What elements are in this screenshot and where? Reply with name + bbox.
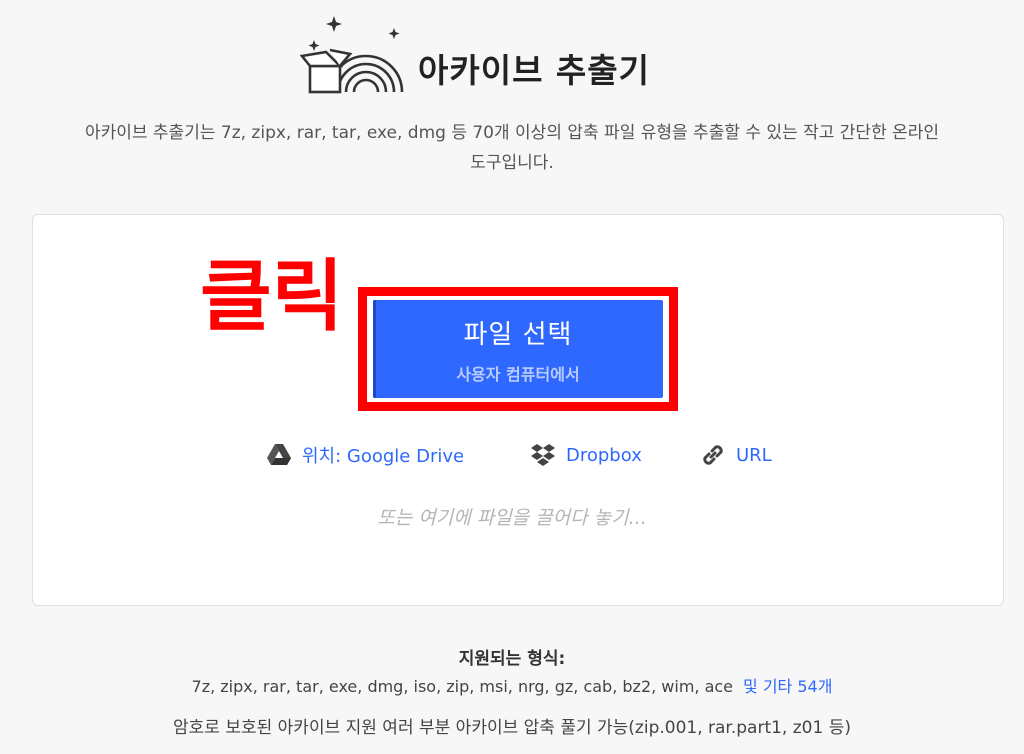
page-description: 아카이브 추출기는 7z, zipx, rar, tar, exe, dmg 등… <box>84 123 940 173</box>
rainbow-box-logo-icon <box>300 16 404 94</box>
url-label: URL <box>736 444 772 466</box>
dropbox-option[interactable]: Dropbox <box>530 442 642 468</box>
source-options: 위치: Google Drive Dropbox URL <box>0 442 1024 472</box>
formats-list-text: 7z, zipx, rar, tar, exe, dmg, iso, zip, … <box>191 677 734 696</box>
link-icon <box>700 442 726 468</box>
drop-zone-hint: 또는 여기에 파일을 끌어다 놓기... <box>377 507 647 529</box>
google-drive-label: 위치: Google Drive <box>302 446 465 467</box>
google-drive-icon <box>266 442 292 468</box>
supported-formats-list: 7z, zipx, rar, tar, exe, dmg, iso, zip, … <box>0 673 1024 697</box>
more-formats-link[interactable]: 및 기타 54개 <box>743 677 832 696</box>
google-drive-option[interactable]: 위치: Google Drive <box>266 442 464 468</box>
page-title: 아카이브 추출기 <box>418 51 651 90</box>
header: 아카이브 추출기 <box>0 0 1024 110</box>
click-annotation-label: 클릭 <box>200 252 344 342</box>
url-option[interactable]: URL <box>700 442 772 468</box>
click-annotation-frame <box>358 287 678 411</box>
dropbox-icon <box>530 442 556 468</box>
dropbox-label: Dropbox <box>566 444 642 466</box>
supported-formats-title: 지원되는 형식: <box>458 649 566 669</box>
features-text: 암호로 보호된 아카이브 지원 여러 부분 아카이브 압축 풀기 가능(zip.… <box>173 718 851 738</box>
